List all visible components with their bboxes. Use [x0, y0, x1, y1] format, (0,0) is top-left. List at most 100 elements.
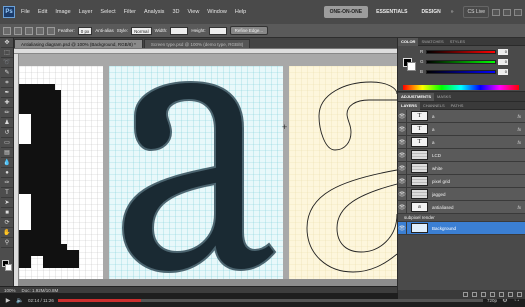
menu-edit[interactable]: Edit [34, 9, 51, 15]
green-slider[interactable] [426, 59, 496, 64]
green-value[interactable]: 0 [498, 58, 508, 65]
volume-icon[interactable]: 🔈 [16, 297, 24, 304]
blur-tool-icon[interactable]: 💧 [1, 159, 13, 168]
layer-name[interactable]: pixel grid [432, 179, 521, 184]
tab-styles[interactable]: STYLES [447, 39, 468, 44]
play-icon[interactable]: ▶ [4, 297, 12, 304]
3d-rotate-tool-icon[interactable]: ⟳ [1, 219, 13, 228]
layer-group-row[interactable]: subpixel render [398, 214, 525, 222]
tab-masks[interactable]: MASKS [434, 94, 454, 99]
tab-color[interactable]: COLOR [398, 37, 419, 46]
layer-row[interactable]: 👁 Background [398, 221, 525, 235]
layer-name[interactable]: white [432, 166, 521, 171]
type-tool-icon[interactable]: T [1, 189, 13, 198]
path-select-tool-icon[interactable]: ➤ [1, 199, 13, 208]
quick-select-tool-icon[interactable]: ✎ [1, 69, 13, 78]
menu-3d[interactable]: 3D [168, 9, 183, 15]
move-tool-icon[interactable]: ✥ [1, 39, 13, 48]
cs-live-button[interactable]: CS Live [463, 6, 489, 18]
visibility-eye-icon[interactable]: 👁 [398, 135, 407, 149]
brush-tool-icon[interactable]: ✏ [1, 109, 13, 118]
layer-name[interactable]: a [432, 140, 517, 145]
color-panel-background-swatch[interactable] [407, 62, 416, 71]
visibility-eye-icon[interactable]: 👁 [398, 109, 407, 123]
tab-antialiasing-diagram[interactable]: Antialiasing diagram.psd @ 100% (Backgro… [14, 39, 143, 48]
tab-swatches[interactable]: SWATCHES [418, 39, 446, 44]
height-input[interactable] [208, 26, 227, 35]
minimize-icon[interactable] [492, 8, 500, 16]
visibility-eye-icon[interactable]: 👁 [398, 174, 407, 188]
dodge-tool-icon[interactable]: ● [1, 169, 13, 178]
trash-icon[interactable] [517, 292, 522, 297]
layer-effects-icon[interactable]: fx [517, 205, 521, 210]
tab-adjustments[interactable]: ADJUSTMENTS [398, 92, 435, 101]
blue-value[interactable]: 0 [498, 68, 508, 75]
red-value[interactable]: 0 [498, 48, 508, 55]
width-input[interactable] [170, 26, 189, 35]
workspace-design[interactable]: DESIGN [416, 6, 447, 18]
menu-filter[interactable]: Filter [120, 9, 140, 15]
layer-row[interactable]: 👁 Ta fx [398, 109, 525, 123]
visibility-eye-icon[interactable]: 👁 [398, 161, 407, 175]
layer-style-icon[interactable] [472, 292, 477, 297]
link-layers-icon[interactable] [463, 292, 468, 297]
new-layer-icon[interactable] [508, 292, 513, 297]
document-size[interactable]: Doc: 1.92M/10.8M [22, 288, 59, 293]
pen-tool-icon[interactable]: ✑ [1, 179, 13, 188]
crop-tool-icon[interactable]: ⌗ [1, 79, 13, 88]
menu-layer[interactable]: Layer [75, 9, 97, 15]
workspace-more-button[interactable]: » [449, 9, 456, 15]
workspace-one-on-one[interactable]: ONE-ON-ONE [323, 6, 369, 18]
red-slider[interactable] [426, 49, 496, 54]
layer-name[interactable]: jagged [432, 192, 521, 197]
marquee-tool-preset-icon[interactable] [3, 26, 11, 35]
zoom-tool-icon[interactable]: ⚲ [1, 239, 13, 248]
layer-name[interactable]: a [432, 114, 517, 119]
style-select[interactable]: Normal [131, 26, 152, 35]
layer-name[interactable]: a [432, 127, 517, 132]
add-mask-icon[interactable] [481, 292, 486, 297]
layer-row[interactable]: 👁 a antialiased fx [398, 200, 525, 214]
menu-view[interactable]: View [183, 9, 203, 15]
add-selection-icon[interactable] [25, 26, 33, 35]
background-color-swatch[interactable] [5, 264, 12, 271]
menu-help[interactable]: Help [231, 9, 250, 15]
shape-tool-icon[interactable]: ■ [1, 209, 13, 218]
layer-row[interactable]: 👁 Ta fx [398, 135, 525, 149]
layer-row[interactable]: 👁 pixel grid [398, 174, 525, 188]
marquee-tool-icon[interactable]: ⬚ [1, 49, 13, 58]
menu-image[interactable]: Image [51, 9, 74, 15]
tab-channels[interactable]: CHANNELS [420, 103, 448, 108]
layer-name[interactable]: Background [432, 226, 521, 231]
menu-file[interactable]: File [17, 9, 34, 15]
visibility-eye-icon[interactable]: 👁 [398, 221, 407, 235]
layer-name[interactable]: antialiased [432, 205, 517, 210]
layer-row[interactable]: 👁 white [398, 161, 525, 175]
layer-effects-icon[interactable]: fx [517, 127, 521, 132]
visibility-eye-icon[interactable]: 👁 [398, 122, 407, 136]
history-brush-tool-icon[interactable]: ↺ [1, 129, 13, 138]
layer-effects-icon[interactable]: fx [517, 140, 521, 145]
intersect-selection-icon[interactable] [47, 26, 55, 35]
refine-edge-button[interactable]: Refine Edge... [229, 26, 269, 35]
menu-select[interactable]: Select [96, 9, 119, 15]
menu-window[interactable]: Window [203, 9, 231, 15]
new-group-icon[interactable] [499, 292, 504, 297]
antialias-checkbox[interactable]: Anti-alias [95, 28, 114, 33]
layer-effects-icon[interactable]: fx [517, 114, 521, 119]
visibility-eye-icon[interactable]: 👁 [398, 187, 407, 201]
canvas-area[interactable]: + [14, 48, 397, 286]
new-adjustment-icon[interactable] [490, 292, 495, 297]
new-selection-icon[interactable] [14, 26, 22, 35]
layer-name[interactable]: LCD [432, 153, 521, 158]
canvas-artwork[interactable]: + [19, 54, 397, 286]
layer-row[interactable]: 👁 Ta fx [398, 122, 525, 136]
eyedropper-tool-icon[interactable]: ✒ [1, 89, 13, 98]
close-icon[interactable] [514, 8, 522, 16]
tab-paths[interactable]: PATHS [448, 103, 467, 108]
layer-row[interactable]: 👁 LCD [398, 148, 525, 162]
color-spectrum-bar[interactable] [403, 85, 519, 90]
subtract-selection-icon[interactable] [36, 26, 44, 35]
gradient-tool-icon[interactable]: ▤ [1, 149, 13, 158]
layer-row[interactable]: 👁 jagged [398, 187, 525, 201]
